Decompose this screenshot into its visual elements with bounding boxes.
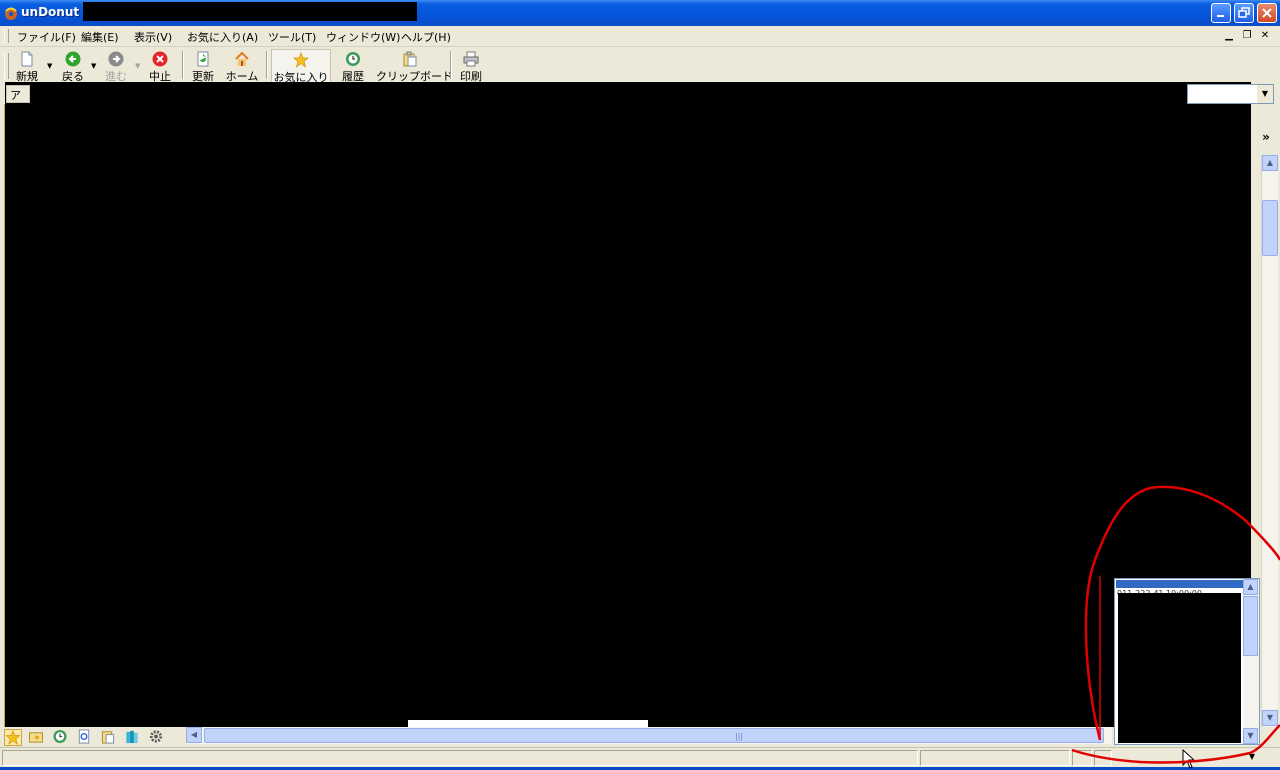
star-icon [5, 730, 21, 745]
window-title: unDonut [21, 5, 80, 19]
clipboard-icon [101, 731, 115, 744]
cursor-icon [1182, 749, 1194, 769]
stop-button[interactable]: 中止 [145, 49, 175, 83]
menu-edit[interactable]: 編集(E) [81, 29, 119, 45]
popup-selection-highlight [1116, 580, 1244, 588]
menu-view[interactable]: 表示(V) [134, 29, 172, 45]
menu-grip[interactable] [4, 29, 9, 43]
script-panel-button[interactable] [76, 729, 94, 746]
chevron-down-icon[interactable]: ▼ [1257, 85, 1273, 103]
menu-file[interactable]: ファイル(F) [17, 29, 76, 45]
back-dropdown-arrow[interactable]: ▼ [91, 62, 96, 70]
status-zone-pane [1094, 750, 1112, 766]
vertical-scrollbar[interactable]: ▲ ▼ [1261, 155, 1278, 727]
gear-icon [149, 730, 163, 743]
toolbar-separator [182, 51, 184, 79]
forward-dropdown-arrow[interactable]: ▼ [135, 62, 140, 70]
star-icon [293, 52, 309, 68]
status-bar [0, 747, 1280, 767]
title-bar[interactable]: unDonut [0, 0, 1280, 26]
address-combo[interactable]: ▼ [1187, 84, 1274, 104]
redacted-page-content [5, 82, 1251, 727]
toolbar-separator [450, 51, 452, 79]
donut-icon [5, 7, 17, 20]
horizontal-scroll-thumb[interactable]: ||| [204, 728, 1104, 743]
clipboard-icon [403, 51, 417, 67]
menu-bar: ファイル(F) 編集(E) 表示(V) お気に入り(A) ツール(T) ウィンド… [0, 26, 1280, 47]
home-icon [235, 51, 249, 66]
back-arrow-icon [65, 51, 81, 67]
new-page-icon [21, 51, 33, 67]
script-icon [78, 729, 90, 744]
address-label: アド [6, 85, 30, 118]
popup-panel[interactable]: 011-222-41 19:00:00 ▲ ▼ [1114, 578, 1260, 745]
popup-scroll-up-button[interactable]: ▲ [1243, 579, 1258, 595]
chevron-down-icon[interactable]: ▼ [1244, 748, 1260, 766]
refresh-button[interactable]: 更新 [188, 49, 218, 83]
home-button[interactable]: ホーム [224, 49, 260, 83]
scroll-down-button[interactable]: ▼ [1262, 710, 1278, 726]
history-button[interactable]: 履歴 [337, 49, 369, 83]
explorer-bar [0, 727, 186, 747]
toolbar-separator [266, 51, 268, 79]
back-button[interactable]: 戻る [58, 49, 88, 83]
horizontal-scrollbar[interactable]: ◀ ||| [186, 727, 1112, 744]
close-icon [1262, 8, 1272, 18]
books-panel-button[interactable] [124, 729, 142, 746]
forward-button[interactable]: 進む [101, 49, 131, 83]
scroll-thumb[interactable] [1262, 200, 1278, 256]
status-text-pane [2, 750, 918, 766]
new-button[interactable]: 新規 [12, 49, 42, 83]
minimize-button[interactable] [1211, 3, 1231, 23]
redacted-title [83, 2, 417, 21]
close-button[interactable] [1257, 3, 1277, 23]
menu-favorites[interactable]: お気に入り(A) [187, 29, 258, 45]
scroll-up-button[interactable]: ▲ [1262, 155, 1278, 171]
grip-icon: ||| [735, 732, 744, 741]
redacted-popup-content [1118, 593, 1241, 743]
history-icon [53, 729, 67, 744]
favorites-button[interactable]: お気に入り [271, 49, 331, 84]
menu-tools[interactable]: ツール(T) [268, 29, 316, 45]
popup-scroll-down-button[interactable]: ▼ [1243, 728, 1258, 744]
folder-star-icon [28, 732, 44, 743]
popup-scroll-thumb[interactable] [1243, 596, 1258, 656]
page-fragment [408, 720, 648, 727]
scroll-left-button[interactable]: ◀ [186, 727, 202, 743]
redacted-address-text [30, 82, 1187, 100]
toolbar: 新規 ▼ 戻る ▼ 進む ▼ 中止 更新 ホーム お気に入り 履歴 クリップボー… [0, 47, 1280, 84]
mdi-minimize-button[interactable]: ▁ [1222, 29, 1236, 42]
group-panel-button[interactable] [28, 729, 46, 746]
history-panel-button[interactable] [52, 729, 70, 746]
books-icon [126, 730, 138, 744]
toolbar-grip[interactable] [4, 53, 9, 79]
status-security-pane [1072, 750, 1092, 766]
status-progress-pane [920, 750, 1070, 766]
settings-panel-button[interactable] [148, 729, 166, 746]
stop-icon [152, 51, 168, 67]
mdi-close-button[interactable]: ✕ [1258, 29, 1272, 42]
mdi-restore-button[interactable]: ❐ [1240, 29, 1254, 42]
clipboard-button[interactable]: クリップボード [376, 49, 453, 83]
favorites-panel-button[interactable] [4, 729, 22, 746]
restore-button[interactable] [1234, 3, 1254, 23]
restore-icon [1238, 7, 1250, 18]
menu-help[interactable]: ヘルプ(H) [401, 29, 451, 45]
history-icon [346, 52, 360, 66]
forward-arrow-icon [108, 51, 124, 67]
new-dropdown-arrow[interactable]: ▼ [47, 62, 52, 70]
links-overflow-button[interactable]: » [1252, 125, 1280, 153]
printer-icon [463, 51, 479, 67]
refresh-icon [197, 51, 209, 67]
minimize-icon [1217, 15, 1224, 17]
clipboard-panel-button[interactable] [100, 729, 118, 746]
print-button[interactable]: 印刷 [456, 49, 486, 83]
popup-scrollbar[interactable]: ▲ ▼ [1243, 579, 1259, 744]
menu-window[interactable]: ウィンドウ(W) [326, 29, 400, 45]
